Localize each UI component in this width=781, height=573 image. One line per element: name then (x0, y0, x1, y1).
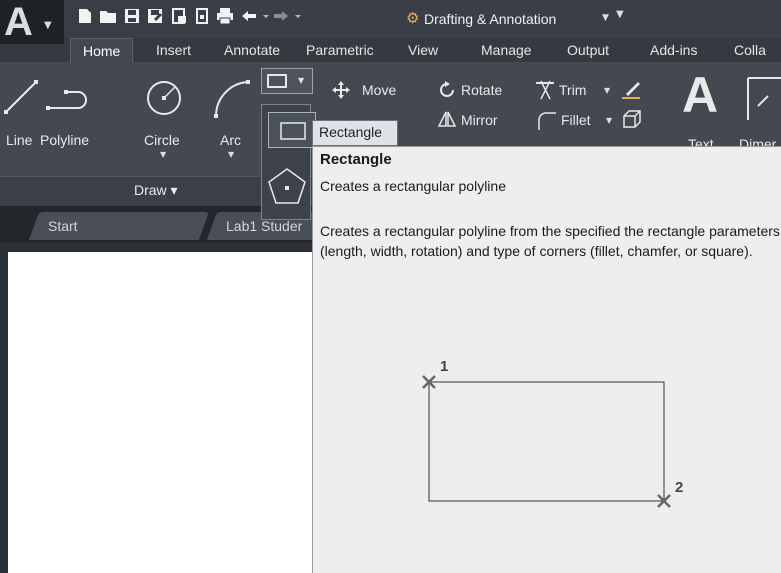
tab-add-ins[interactable]: Add-ins (650, 42, 697, 58)
tab-collaborate[interactable]: Colla (734, 42, 766, 58)
tab-lab1-label: Lab1 Studer (226, 218, 303, 234)
chevron-down-icon[interactable]: ▼ (298, 76, 304, 85)
tab-insert[interactable]: Insert (156, 42, 191, 58)
rectangle-label: Rectangle (319, 124, 383, 140)
save-as-icon[interactable] (146, 7, 164, 25)
trim-button[interactable]: Trim (559, 82, 586, 98)
drawing-canvas[interactable] (8, 252, 312, 573)
draw-panel-title[interactable]: Draw ▾ (134, 182, 178, 199)
autocad-logo-icon: A (4, 0, 33, 44)
chevron-down-icon[interactable]: ▼ (160, 150, 166, 159)
mirror-icon (437, 111, 457, 127)
rectangle-illustration: 1 2 (422, 358, 683, 508)
workspace-label: Drafting & Annotation (424, 11, 557, 27)
chevron-down-icon: ▼ (602, 13, 609, 23)
rotate-button[interactable]: Rotate (461, 82, 502, 98)
workspace-switcher[interactable]: ⚙ Drafting & Annotation ▼ (402, 9, 620, 31)
circle-button[interactable]: Circle (144, 132, 180, 148)
open-icon[interactable] (99, 7, 117, 25)
point-1-label: 1 (440, 358, 448, 375)
move-icon (332, 81, 350, 99)
rectangle-icon (280, 122, 306, 140)
tooltip-description: Creates a rectangular polyline from the … (320, 223, 780, 259)
rectangle-flyout-label[interactable]: Rectangle (312, 120, 398, 146)
redo-icon[interactable] (272, 7, 290, 25)
chevron-down-icon: ▼ (44, 20, 52, 31)
canvas-gutter (0, 242, 8, 573)
gear-icon: ⚙ (406, 9, 420, 27)
rotate-icon (440, 81, 454, 97)
chevron-down-icon[interactable]: ▼ (606, 116, 612, 125)
fillet-icon (538, 112, 556, 130)
customize-quick-access-icon[interactable]: ▼ (616, 9, 624, 20)
redo-dropdown-icon[interactable] (289, 7, 301, 25)
title-bar (0, 0, 781, 38)
tab-start-label: Start (48, 218, 78, 234)
chevron-down-icon[interactable]: ▼ (604, 86, 610, 95)
move-button[interactable]: Move (362, 82, 396, 98)
trim-icon (536, 80, 554, 100)
rectangle-icon (267, 74, 287, 88)
dimension-icon (747, 77, 781, 120)
array-icon (623, 110, 641, 128)
chevron-down-icon[interactable]: ▼ (228, 150, 234, 159)
arc-button[interactable]: Arc (220, 132, 241, 148)
tab-manage[interactable]: Manage (481, 42, 532, 58)
tab-home[interactable]: Home (70, 38, 134, 64)
tab-output[interactable]: Output (567, 42, 609, 58)
point-2-label: 2 (675, 479, 683, 496)
tab-view[interactable]: View (408, 42, 438, 58)
line-icon (4, 80, 38, 114)
erase-icon (622, 82, 640, 99)
tab-annotate[interactable]: Annotate (224, 42, 280, 58)
undo-icon[interactable] (240, 7, 258, 25)
undo-dropdown-icon[interactable] (257, 7, 269, 25)
tab-parametric[interactable]: Parametric (306, 42, 374, 58)
polygon-icon[interactable] (266, 166, 308, 206)
plot-preview-icon[interactable] (170, 7, 188, 25)
arc-icon (214, 80, 250, 118)
circle-icon (147, 81, 181, 115)
polyline-icon (46, 90, 87, 110)
tooltip-title: Rectangle (320, 151, 392, 168)
line-button[interactable]: Line (6, 132, 32, 148)
text-icon: A (682, 67, 719, 123)
print-icon[interactable] (216, 7, 234, 25)
application-menu-button[interactable]: A ▼ (0, 0, 64, 44)
rectangle-flyout-item[interactable] (268, 112, 316, 148)
mirror-button[interactable]: Mirror (461, 112, 498, 128)
fillet-button[interactable]: Fillet (561, 112, 591, 128)
publish-icon[interactable] (193, 7, 211, 25)
tooltip-summary: Creates a rectangular polyline (320, 178, 506, 194)
new-icon[interactable] (76, 7, 94, 25)
polyline-button[interactable]: Polyline (40, 132, 89, 148)
save-icon[interactable] (123, 7, 141, 25)
